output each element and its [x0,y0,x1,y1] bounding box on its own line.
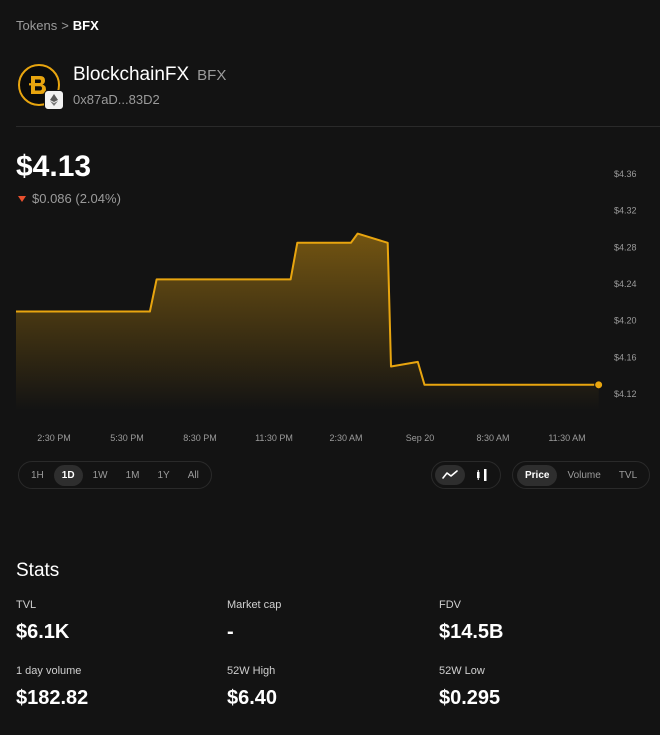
timeframe-1h-button[interactable]: 1H [23,465,52,486]
breadcrumb: Tokens > BFX [16,18,99,33]
timeframe-1m-button[interactable]: 1M [118,465,148,486]
y-tick-label: $4.20 [614,316,637,326]
stat-52w-high-value: $6.40 [227,687,278,709]
metric-volume-tab[interactable]: Volume [559,465,608,486]
token-header: BlockchainFX BFX 0x87aD...83D2 [16,62,226,110]
x-tick-label: 8:30 AM [476,433,509,443]
metric-selector: Price Volume TVL [512,461,651,489]
token-address[interactable]: 0x87aD...83D2 [73,92,226,107]
y-tick-label: $4.24 [614,279,637,289]
stat-fdv: FDV $14.5B [439,599,504,644]
x-tick-label: 11:30 PM [255,433,293,443]
timeframe-1w-button[interactable]: 1W [85,465,116,486]
x-axis: 2:30 PM 5:30 PM 8:30 PM 11:30 PM 2:30 AM Sep … [37,433,585,443]
stat-market-cap-value: - [227,621,234,643]
stat-fdv-label: FDV [439,599,461,611]
y-tick-label: $4.32 [614,206,637,216]
stat-volume-value: $182.82 [16,687,89,709]
timeframe-1y-button[interactable]: 1Y [150,465,178,486]
x-tick-label: 8:30 PM [183,433,217,443]
candlestick-icon[interactable] [467,465,497,485]
x-tick-label: 5:30 PM [110,433,144,443]
y-tick-label: $4.36 [614,169,637,179]
line-chart-icon[interactable] [435,465,465,485]
stat-52w-high: 52W High $6.40 [227,665,277,710]
stat-52w-low-label: 52W Low [439,665,485,677]
y-tick-label: $4.12 [614,389,637,399]
price-area [16,233,599,410]
breadcrumb-tokens-link[interactable]: Tokens [16,18,57,33]
stat-52w-low: 52W Low $0.295 [439,665,500,710]
metric-tvl-tab[interactable]: TVL [611,465,645,486]
timeframe-selector: 1H 1D 1W 1M 1Y All [18,461,212,489]
token-title-row: BlockchainFX BFX [73,64,226,86]
stat-tvl-label: TVL [16,599,37,611]
timeframe-all-button[interactable]: All [180,465,207,486]
y-tick-label: $4.16 [614,352,637,362]
stat-fdv-value: $14.5B [439,621,504,643]
token-name: BlockchainFX [73,64,190,85]
stat-volume-label: 1 day volume [16,665,82,677]
timeframe-1d-button[interactable]: 1D [53,464,83,486]
chart-style-selector [431,461,501,489]
y-axis: $4.36 $4.32 $4.28 $4.24 $4.20 $4.16 $4.12 [614,169,637,399]
price-chart[interactable]: $4.36 $4.32 $4.28 $4.24 $4.20 $4.16 $4.12 2:30… [0,150,660,450]
stat-52w-low-value: $0.295 [439,687,501,709]
x-tick-label: 11:30 AM [548,433,585,443]
breadcrumb-separator: > [61,18,69,33]
token-names: BlockchainFX BFX 0x87aD...83D2 [73,64,226,107]
current-price-dot [594,380,604,390]
x-tick-label: Sep 20 [406,433,435,443]
stat-52w-high-label: 52W High [227,665,276,677]
y-tick-label: $4.28 [614,242,637,252]
stat-market-cap-label: Market cap [227,599,282,611]
stats-title: Stats [16,560,60,581]
stat-tvl: TVL $6.1K [16,599,69,644]
x-tick-label: 2:30 AM [329,433,362,443]
breadcrumb-current: BFX [72,18,99,33]
stat-market-cap: Market cap - [227,599,281,644]
stat-tvl-value: $6.1K [16,621,70,643]
ethereum-icon [44,90,64,110]
x-tick-label: 2:30 PM [37,433,71,443]
token-symbol: BFX [197,67,227,84]
header-divider [16,126,660,127]
metric-price-tab[interactable]: Price [517,464,558,486]
stat-volume: 1 day volume $182.82 [16,665,88,710]
token-logo-wrap [16,62,64,110]
